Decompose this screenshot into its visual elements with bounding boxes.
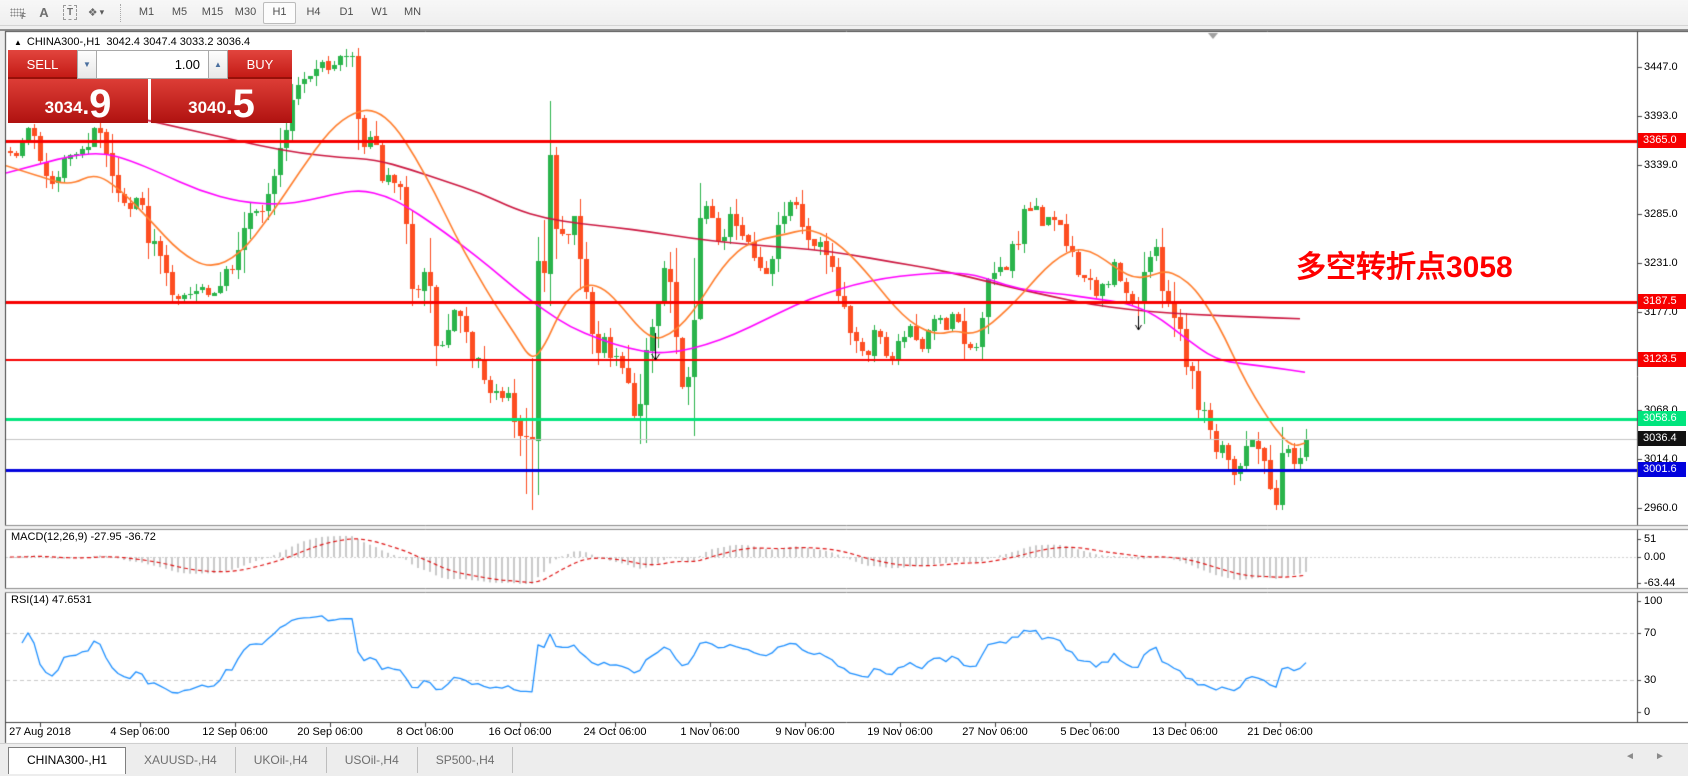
sell-button[interactable]: SELL (8, 50, 77, 79)
indicator-axis-label: 0.00 (1644, 551, 1665, 563)
volume-up-button[interactable]: ▲ (208, 50, 228, 79)
buy-button[interactable]: BUY (228, 50, 292, 79)
date-label: 8 Oct 06:00 (379, 726, 471, 738)
date-label: 13 Dec 06:00 (1139, 726, 1231, 738)
chart-tab-bar: CHINA300-,H1XAUUSD-,H4UKOil-,H4USOil-,H4… (0, 743, 1688, 776)
indicator-axis-label: 30 (1644, 674, 1656, 686)
price-line-label: 3036.4 (1638, 431, 1686, 446)
price-tick-label: 3285.0 (1644, 208, 1678, 220)
date-label: 24 Oct 06:00 (569, 726, 661, 738)
volume-spinner: ▼ 1.00 ▲ (77, 50, 228, 79)
date-label: 19 Nov 06:00 (854, 726, 946, 738)
indicator-axis-label: -63.44 (1644, 577, 1675, 589)
tab-usoil-h4[interactable]: USOil-,H4 (327, 747, 418, 773)
tab-sp500-h4[interactable]: SP500-,H4 (418, 747, 514, 773)
price-tick-label: 3231.0 (1644, 257, 1678, 269)
price-line-label: 3058.6 (1638, 411, 1686, 426)
date-label: 9 Nov 06:00 (759, 726, 851, 738)
date-label: 4 Sep 06:00 (94, 726, 186, 738)
volume-input[interactable]: 1.00 (97, 50, 208, 79)
date-label: 21 Dec 06:00 (1234, 726, 1326, 738)
tab-china300-h1[interactable]: CHINA300-,H1 (8, 747, 126, 774)
trading-platform-window: F A T ❖▾ M1M5M15M30H1H4D1W1MN ▲CHINA300-… (0, 0, 1688, 776)
one-click-trading-panel: SELL ▼ 1.00 ▲ BUY 3034.9 3040.5 (8, 50, 292, 123)
tab-scroll-right-icon[interactable]: ► (1655, 751, 1665, 762)
tab-xauusd-h4[interactable]: XAUUSD-,H4 (126, 747, 236, 773)
indicator-axis-label: 51 (1644, 533, 1656, 545)
tab-scroll-left-icon[interactable]: ◄ (1625, 751, 1635, 762)
indicator-axis-label: 70 (1644, 627, 1656, 639)
price-line-label: 3187.5 (1638, 294, 1686, 309)
date-label: 1 Nov 06:00 (664, 726, 756, 738)
date-label: 5 Dec 06:00 (1044, 726, 1136, 738)
chart-annotation: 多空转折点3058 (1296, 242, 1513, 286)
rsi-label: RSI(14) 47.6531 (11, 594, 92, 606)
sell-price[interactable]: 3034.9 (8, 79, 148, 123)
price-tick-label: 3339.0 (1644, 159, 1678, 171)
collapse-arrow-icon: ▲ (14, 38, 22, 47)
date-label: 20 Sep 06:00 (284, 726, 376, 738)
indicator-axis-label: 100 (1644, 595, 1662, 607)
price-line-label: 3123.5 (1638, 352, 1686, 367)
price-line-label: 3365.0 (1638, 133, 1686, 148)
chart-title: ▲ CHINA300-,H1 3042.4 3047.4 3033.2 3036.… (14, 36, 250, 48)
buy-price[interactable]: 3040.5 (151, 79, 292, 123)
price-line-label: 3001.6 (1638, 462, 1686, 477)
macd-label: MACD(12,26,9) -27.95 -36.72 (11, 531, 156, 543)
price-tick-label: 2960.0 (1644, 502, 1678, 514)
tab-ukoil-h4[interactable]: UKOil-,H4 (236, 747, 327, 773)
symbol-label: CHINA300-,H1 (27, 36, 100, 48)
indicator-axis-label: 0 (1644, 706, 1650, 718)
volume-down-button[interactable]: ▼ (77, 50, 97, 79)
date-label: 12 Sep 06:00 (189, 726, 281, 738)
date-label: 16 Oct 06:00 (474, 726, 566, 738)
date-label: 27 Aug 2018 (0, 726, 86, 738)
ohlc-values: 3042.4 3047.4 3033.2 3036.4 (106, 36, 250, 48)
price-tick-label: 3447.0 (1644, 61, 1678, 73)
date-label: 27 Nov 06:00 (949, 726, 1041, 738)
price-tick-label: 3393.0 (1644, 110, 1678, 122)
